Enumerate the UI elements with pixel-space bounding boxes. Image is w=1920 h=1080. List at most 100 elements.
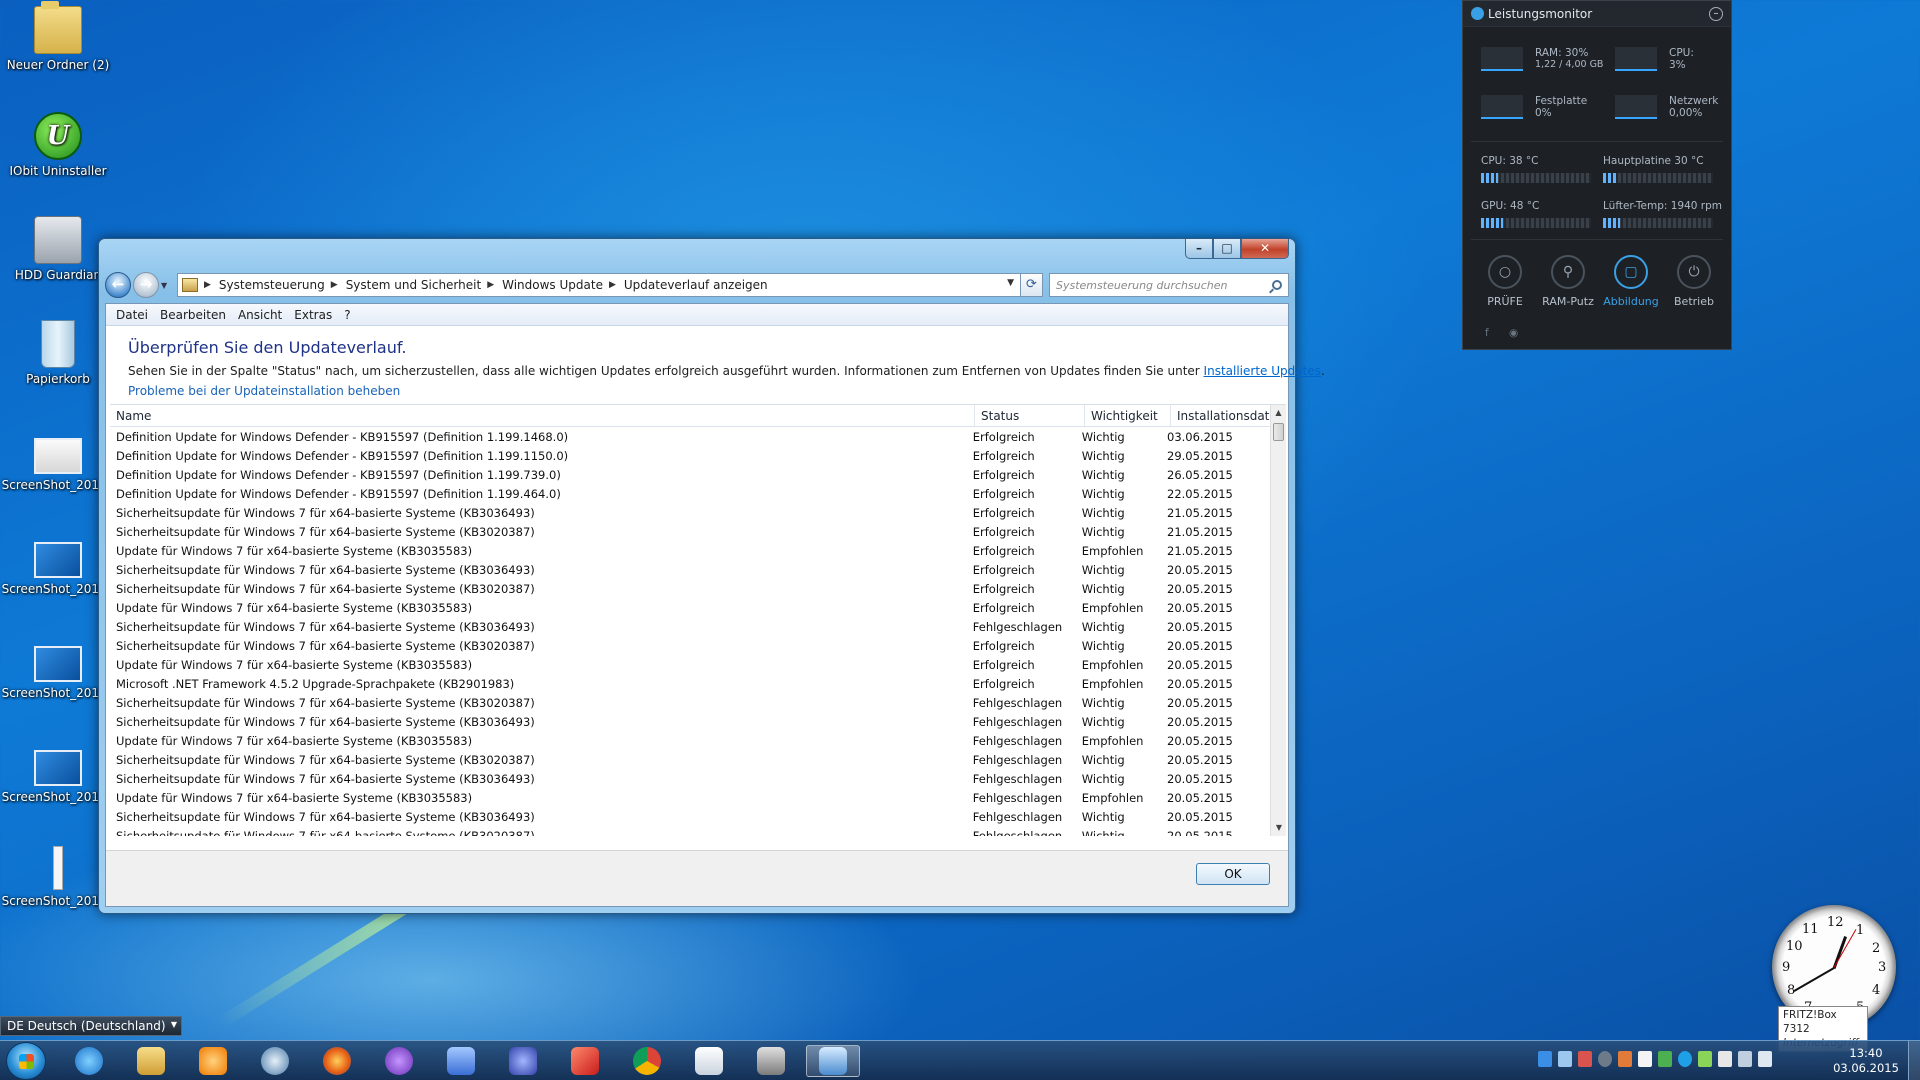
desktop-icon-iobit-uninstaller[interactable]: U IObit Uninstaller [0, 112, 116, 178]
installed-updates-link[interactable]: Installierte Updates [1204, 364, 1321, 378]
table-row[interactable]: Sicherheitsupdate für Windows 7 für x64-… [110, 750, 1270, 769]
breadcrumb-system-und-sicherheit[interactable]: System und Sicherheit [346, 278, 482, 292]
table-row[interactable]: Definition Update for Windows Defender -… [110, 465, 1270, 484]
show-desktop-button[interactable] [1908, 1041, 1920, 1080]
table-row[interactable]: Sicherheitsupdate für Windows 7 für x64-… [110, 522, 1270, 541]
table-row[interactable]: Sicherheitsupdate für Windows 7 für x64-… [110, 560, 1270, 579]
table-row[interactable]: Sicherheitsupdate für Windows 7 für x64-… [110, 712, 1270, 731]
column-header-name[interactable]: Name [110, 405, 975, 426]
volume-icon[interactable] [1758, 1051, 1772, 1067]
menu-ansicht[interactable]: Ansicht [232, 308, 288, 322]
taskbar-chat[interactable] [434, 1045, 488, 1077]
refresh-button[interactable]: ⟳ [1021, 273, 1043, 297]
close-button[interactable]: ✕ [1241, 239, 1289, 259]
disk-readout: Festplatte 0% [1535, 95, 1588, 119]
scroll-thumb[interactable] [1273, 423, 1284, 441]
taskbar-explorer[interactable] [124, 1045, 178, 1077]
ram-clean-button[interactable]: ⚲ RAM-Putz [1538, 255, 1598, 308]
table-row[interactable]: Microsoft .NET Framework 4.5.2 Upgrade-S… [110, 674, 1270, 693]
search-input[interactable] [1056, 278, 1256, 292]
language-bar[interactable]: DE Deutsch (Deutschland) ▼ [0, 1016, 182, 1036]
menu-extras[interactable]: Extras [288, 308, 338, 322]
gadget-minimize-icon[interactable]: – [1709, 6, 1723, 21]
table-row[interactable]: Update für Windows 7 für x64-basierte Sy… [110, 598, 1270, 617]
tray-action-center-icon[interactable] [1718, 1051, 1732, 1067]
update-date-cell: 29.05.2015 [1167, 448, 1233, 463]
ok-button[interactable]: OK [1196, 863, 1270, 885]
power-button[interactable]: ⏻ Betrieb [1664, 255, 1724, 308]
table-row[interactable]: Sicherheitsupdate für Windows 7 für x64-… [110, 503, 1270, 522]
table-row[interactable]: Definition Update for Windows Defender -… [110, 484, 1270, 503]
back-button[interactable]: ← [105, 272, 131, 298]
forward-button[interactable]: → [133, 272, 159, 298]
check-button[interactable]: ○ PRÜFE [1475, 255, 1535, 308]
column-header-importance[interactable]: Wichtigkeit [1085, 405, 1171, 426]
table-row[interactable]: Update für Windows 7 für x64-basierte Sy… [110, 788, 1270, 807]
address-bar[interactable]: ▶ Systemsteuerung ▶ System und Sicherhei… [177, 273, 1021, 297]
taskbar-printer[interactable] [744, 1045, 798, 1077]
table-row[interactable]: Sicherheitsupdate für Windows 7 für x64-… [110, 826, 1270, 837]
tray-signal-icon[interactable] [1698, 1051, 1712, 1067]
taskbar-network[interactable] [496, 1045, 550, 1077]
chevron-down-icon[interactable]: ▼ [171, 1020, 177, 1029]
menu-datei[interactable]: Datei [110, 308, 154, 322]
desktop-icon-new-folder[interactable]: Neuer Ordner (2) [0, 1, 116, 72]
breadcrumb-updateverlauf[interactable]: Updateverlauf anzeigen [624, 278, 768, 292]
table-row[interactable]: Sicherheitsupdate für Windows 7 für x64-… [110, 617, 1270, 636]
troubleshoot-link[interactable]: Probleme bei der Updateinstallation behe… [128, 384, 400, 398]
maximize-button[interactable]: □ [1213, 239, 1241, 259]
taskbar-notepad[interactable] [682, 1045, 736, 1077]
breadcrumb-windows-update[interactable]: Windows Update [502, 278, 603, 292]
tray-wifi-icon[interactable] [1738, 1051, 1752, 1067]
update-status-cell: Fehlgeschlagen [972, 809, 1063, 824]
taskbar-clock[interactable]: 13:40 03.06.2015 [1830, 1046, 1902, 1076]
tray-flag-icon[interactable] [1638, 1051, 1652, 1067]
tray-security-icon[interactable] [1578, 1051, 1592, 1067]
update-name-cell: Update für Windows 7 für x64-basierte Sy… [116, 600, 473, 615]
menu-bearbeiten[interactable]: Bearbeiten [154, 308, 232, 322]
vertical-scrollbar[interactable]: ▲ ▼ [1270, 405, 1286, 836]
scroll-up-arrow-icon[interactable]: ▲ [1271, 405, 1286, 421]
table-row[interactable]: Sicherheitsupdate für Windows 7 für x64-… [110, 579, 1270, 598]
table-row[interactable]: Update für Windows 7 für x64-basierte Sy… [110, 541, 1270, 560]
scroll-down-arrow-icon[interactable]: ▼ [1271, 820, 1286, 836]
taskbar-media-player[interactable] [186, 1045, 240, 1077]
community-icon[interactable]: ◉ [1509, 327, 1518, 339]
taskbar-control-panel[interactable] [806, 1045, 860, 1077]
second-hand [1833, 929, 1857, 968]
column-header-status[interactable]: Status [975, 405, 1085, 426]
tray-windows-icon[interactable] [1558, 1051, 1572, 1067]
search-box[interactable] [1049, 273, 1289, 297]
start-button[interactable] [6, 1042, 46, 1080]
table-row[interactable]: Sicherheitsupdate für Windows 7 für x64-… [110, 636, 1270, 655]
tray-disk-icon[interactable] [1598, 1051, 1612, 1067]
recent-pages-dropdown[interactable]: ▼ [161, 281, 173, 290]
table-row[interactable]: Sicherheitsupdate für Windows 7 für x64-… [110, 807, 1270, 826]
table-row[interactable]: Definition Update for Windows Defender -… [110, 446, 1270, 465]
update-date-cell: 20.05.2015 [1167, 809, 1233, 824]
table-row[interactable]: Sicherheitsupdate für Windows 7 für x64-… [110, 693, 1270, 712]
image-button[interactable]: ▢ Abbildung [1601, 255, 1661, 308]
taskbar-internet-explorer[interactable] [62, 1045, 116, 1077]
facebook-icon[interactable]: f [1485, 327, 1489, 339]
minimize-button[interactable]: – [1185, 239, 1213, 259]
table-row[interactable]: Sicherheitsupdate für Windows 7 für x64-… [110, 769, 1270, 788]
chevron-down-icon[interactable]: ▼ [1007, 278, 1014, 288]
table-row[interactable]: Update für Windows 7 für x64-basierte Sy… [110, 655, 1270, 674]
tray-network-icon[interactable] [1658, 1051, 1672, 1067]
tray-update-icon[interactable] [1618, 1051, 1632, 1067]
taskbar-firefox[interactable] [310, 1045, 364, 1077]
breadcrumb-systemsteuerung[interactable]: Systemsteuerung [219, 278, 325, 292]
menu-help[interactable]: ? [338, 308, 356, 322]
tray-app-icon[interactable] [1538, 1051, 1552, 1067]
table-row[interactable]: Definition Update for Windows Defender -… [110, 427, 1270, 446]
taskbar-ccleaner[interactable] [248, 1045, 302, 1077]
search-icon[interactable] [1272, 280, 1282, 290]
update-date-cell: 20.05.2015 [1167, 714, 1233, 729]
tray-ccleaner-icon[interactable] [1678, 1051, 1692, 1067]
column-header-date[interactable]: Installationsdatum [1171, 405, 1286, 426]
taskbar-nvu[interactable] [372, 1045, 426, 1077]
table-row[interactable]: Update für Windows 7 für x64-basierte Sy… [110, 731, 1270, 750]
taskbar-chrome[interactable] [620, 1045, 674, 1077]
taskbar-pdf[interactable] [558, 1045, 612, 1077]
